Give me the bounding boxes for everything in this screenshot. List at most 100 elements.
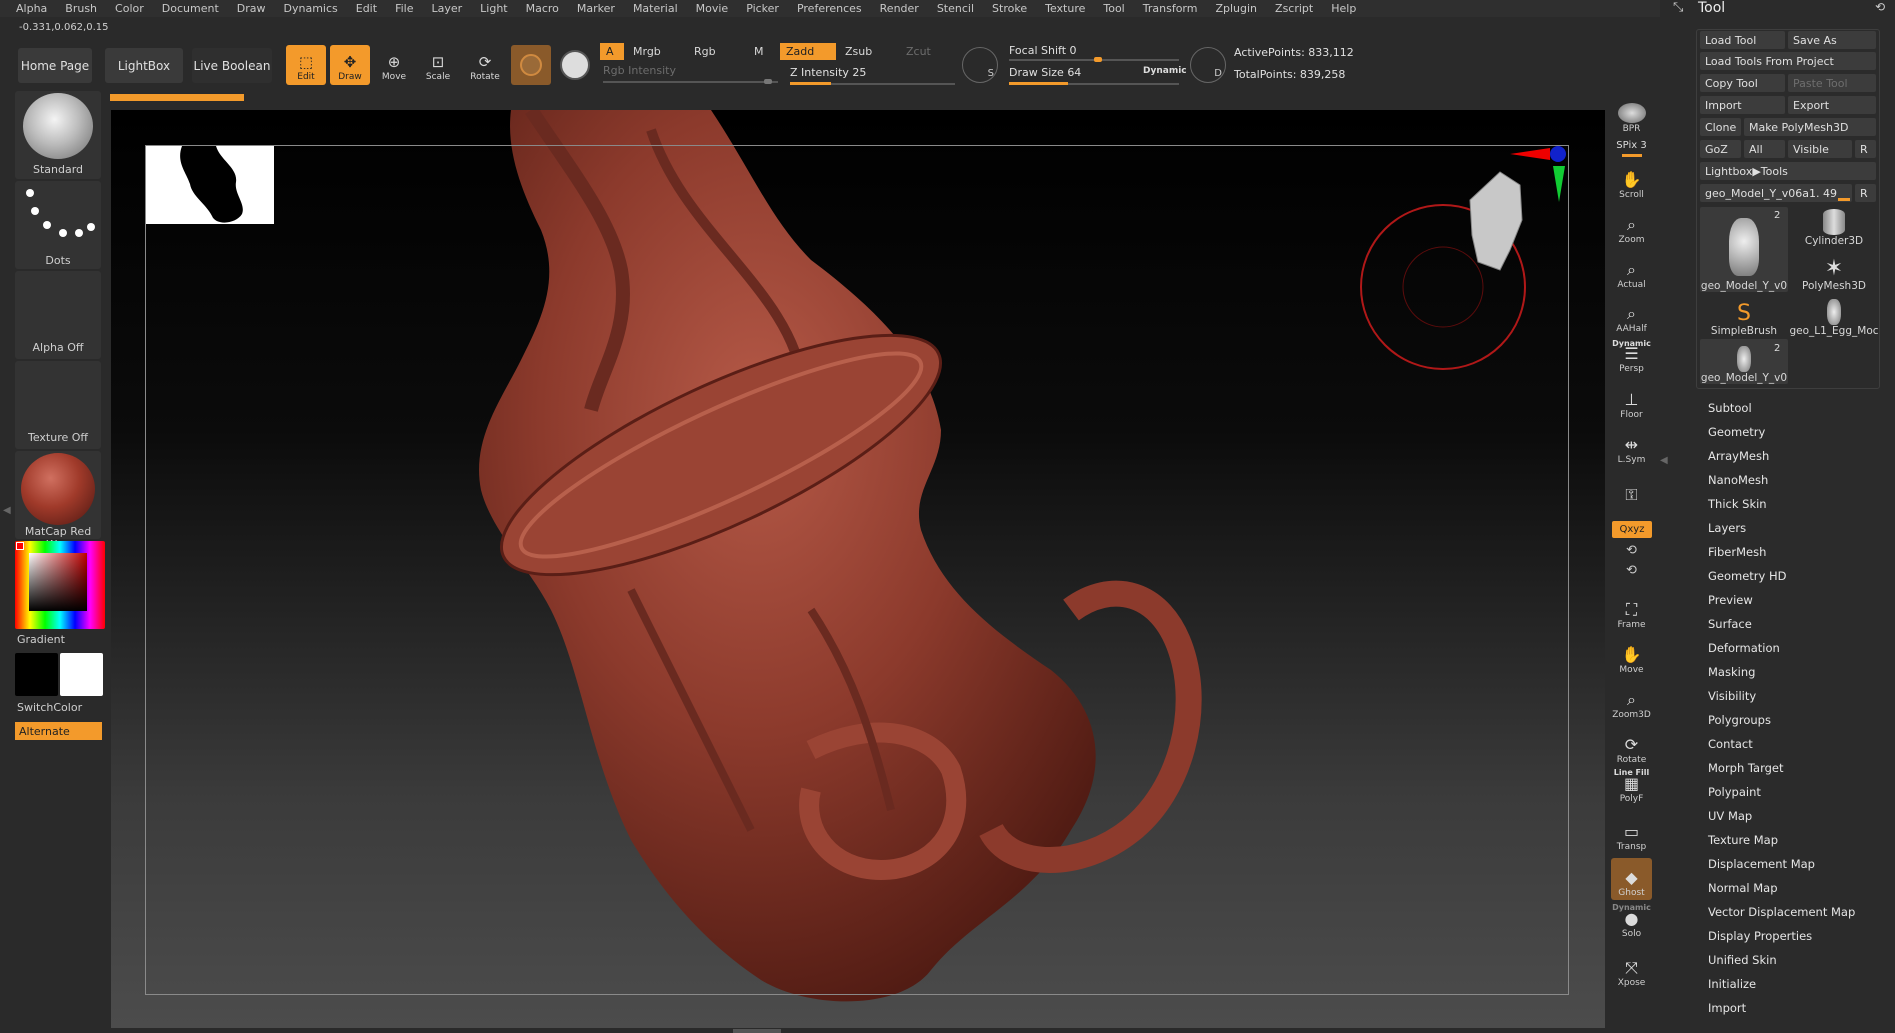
menu-texture[interactable]: Texture — [1045, 2, 1085, 15]
palette-close-icon[interactable]: ⟲ — [1875, 0, 1885, 14]
current-tool-slider-knob[interactable] — [1838, 198, 1850, 201]
draw-mode-button[interactable]: ✥ Draw — [330, 45, 370, 85]
mrgb-toggle[interactable]: Mrgb — [627, 43, 687, 60]
tool-menu-import[interactable]: Import — [1708, 1001, 1746, 1015]
primary-color-swatch[interactable] — [15, 653, 58, 696]
solo-button[interactable]: ● Solo — [1611, 905, 1652, 941]
goz-all-button[interactable]: All — [1744, 140, 1785, 158]
menu-help[interactable]: Help — [1331, 2, 1356, 15]
zcut-toggle[interactable]: Zcut — [900, 43, 955, 60]
secondary-color-swatch[interactable] — [60, 653, 103, 696]
zadd-toggle[interactable]: Zadd — [780, 43, 836, 60]
current-tool-r-button[interactable]: R — [1855, 184, 1876, 202]
live-boolean-button[interactable]: Live Boolean — [192, 48, 272, 83]
polyf-button[interactable]: ▦ PolyF — [1611, 770, 1652, 806]
tool-menu-unified-skin[interactable]: Unified Skin — [1708, 953, 1777, 967]
tool-menu-display-properties[interactable]: Display Properties — [1708, 929, 1812, 943]
bottom-tray-handle[interactable] — [733, 1029, 781, 1033]
tool-menu-deformation[interactable]: Deformation — [1708, 641, 1780, 655]
tool-menu-fibermesh[interactable]: FiberMesh — [1708, 545, 1766, 559]
make-polymesh3d-button[interactable]: Make PolyMesh3D — [1744, 118, 1876, 136]
rgb-intensity-slider[interactable] — [603, 81, 778, 83]
xyz-toggle[interactable]: Qxyz — [1612, 521, 1652, 538]
tool-menu-initialize[interactable]: Initialize — [1708, 977, 1756, 991]
import-button[interactable]: Import — [1700, 96, 1785, 114]
rotate-z-icon[interactable]: ⟲ — [1611, 563, 1652, 578]
m-toggle[interactable]: M — [748, 43, 778, 60]
menu-marker[interactable]: Marker — [577, 2, 615, 15]
rotate-view-button[interactable]: ⟳ Rotate — [1611, 725, 1652, 767]
menu-preferences[interactable]: Preferences — [797, 2, 862, 15]
lazy-mouse-s-icon[interactable]: S — [962, 47, 998, 83]
paste-tool-button[interactable]: Paste Tool — [1788, 74, 1876, 92]
menu-file[interactable]: File — [395, 2, 413, 15]
move-mode-button[interactable]: ⊕ Move — [374, 45, 414, 85]
tool-menu-polygroups[interactable]: Polygroups — [1708, 713, 1771, 727]
collapse-left-icon[interactable]: ◀ — [3, 505, 11, 516]
aahalf-button[interactable]: ⌕ AAHalf — [1611, 294, 1652, 336]
persp-button[interactable]: ☰ Persp — [1611, 340, 1652, 376]
alternate-toggle[interactable]: Alternate — [15, 722, 102, 740]
tool-menu-normal-map[interactable]: Normal Map — [1708, 881, 1778, 895]
yinyang-icon[interactable] — [560, 50, 590, 80]
collapse-right-icon[interactable]: ◀ — [1660, 455, 1668, 466]
tool-thumb-egg-model[interactable]: geo_L1_Egg_Moc — [1790, 293, 1878, 337]
navigator-thumbnail[interactable] — [146, 146, 274, 224]
brush-selector[interactable]: Standard — [15, 91, 101, 179]
tool-thumb-simplebrush[interactable]: S SimpleBrush — [1700, 293, 1788, 338]
menu-stencil[interactable]: Stencil — [937, 2, 974, 15]
tool-menu-nanomesh[interactable]: NanoMesh — [1708, 473, 1768, 487]
tool-menu-displacement-map[interactable]: Displacement Map — [1708, 857, 1815, 871]
a-channel-toggle[interactable]: A — [600, 43, 624, 60]
tool-menu-contact[interactable]: Contact — [1708, 737, 1753, 751]
color-square[interactable] — [29, 553, 87, 611]
lightbox-button[interactable]: LightBox — [105, 48, 183, 83]
actual-button[interactable]: ⌕ Actual — [1611, 250, 1652, 292]
ghost-button[interactable]: ◆ Ghost — [1611, 858, 1652, 900]
goz-visible-button[interactable]: Visible — [1788, 140, 1852, 158]
menu-transform[interactable]: Transform — [1143, 2, 1198, 15]
menu-document[interactable]: Document — [162, 2, 219, 15]
tool-menu-geometry[interactable]: Geometry — [1708, 425, 1765, 439]
tool-menu-geometry-hd[interactable]: Geometry HD — [1708, 569, 1787, 583]
tool-menu-uv-map[interactable]: UV Map — [1708, 809, 1752, 823]
rgb-toggle[interactable]: Rgb — [688, 43, 748, 60]
menu-movie[interactable]: Movie — [696, 2, 729, 15]
clone-button[interactable]: Clone — [1700, 118, 1741, 136]
zoom-button[interactable]: ⌕ Zoom — [1611, 205, 1652, 247]
menu-macro[interactable]: Macro — [526, 2, 559, 15]
lsym-button[interactable]: ⇹ L.Sym — [1611, 425, 1652, 467]
menu-picker[interactable]: Picker — [746, 2, 779, 15]
menu-dynamics[interactable]: Dynamics — [284, 2, 338, 15]
tool-menu-masking[interactable]: Masking — [1708, 665, 1755, 679]
zsub-toggle[interactable]: Zsub — [839, 43, 899, 60]
lightbox-tools-button[interactable]: Lightbox▶Tools — [1700, 162, 1876, 180]
menu-zplugin[interactable]: Zplugin — [1215, 2, 1257, 15]
bpr-button[interactable]: BPR — [1611, 96, 1652, 136]
menu-draw[interactable]: Draw — [237, 2, 266, 15]
zoom3d-button[interactable]: ⌕ Zoom3D — [1611, 680, 1652, 722]
tool-menu-layers[interactable]: Layers — [1708, 521, 1746, 535]
load-tool-button[interactable]: Load Tool — [1700, 31, 1785, 49]
transp-button[interactable]: ▭ Transp — [1611, 812, 1652, 854]
tool-menu-visibility[interactable]: Visibility — [1708, 689, 1756, 703]
copy-tool-button[interactable]: Copy Tool — [1700, 74, 1785, 92]
menu-brush[interactable]: Brush — [65, 2, 97, 15]
lazy-mouse-d-icon[interactable]: D — [1190, 47, 1226, 83]
menu-light[interactable]: Light — [480, 2, 507, 15]
menu-color[interactable]: Color — [115, 2, 144, 15]
current-tool-slider[interactable]: geo_Model_Y_v06a1. 49 — [1700, 184, 1852, 202]
menu-material[interactable]: Material — [633, 2, 678, 15]
floor-button[interactable]: ⊥ Floor — [1611, 380, 1652, 422]
tool-menu-vector-displacement-map[interactable]: Vector Displacement Map — [1708, 905, 1855, 919]
tool-menu-texture-map[interactable]: Texture Map — [1708, 833, 1778, 847]
menu-stroke[interactable]: Stroke — [992, 2, 1027, 15]
menu-tool[interactable]: Tool — [1103, 2, 1124, 15]
spix-slider[interactable] — [1622, 154, 1642, 157]
edit-mode-button[interactable]: ⬚ Edit — [286, 45, 326, 85]
tool-thumb-polymesh3d[interactable]: ✶ PolyMesh3D — [1790, 248, 1878, 293]
home-page-button[interactable]: Home Page — [18, 48, 92, 83]
tool-menu-arraymesh[interactable]: ArrayMesh — [1708, 449, 1769, 463]
menu-alpha[interactable]: Alpha — [16, 2, 47, 15]
tool-menu-morph-target[interactable]: Morph Target — [1708, 761, 1784, 775]
